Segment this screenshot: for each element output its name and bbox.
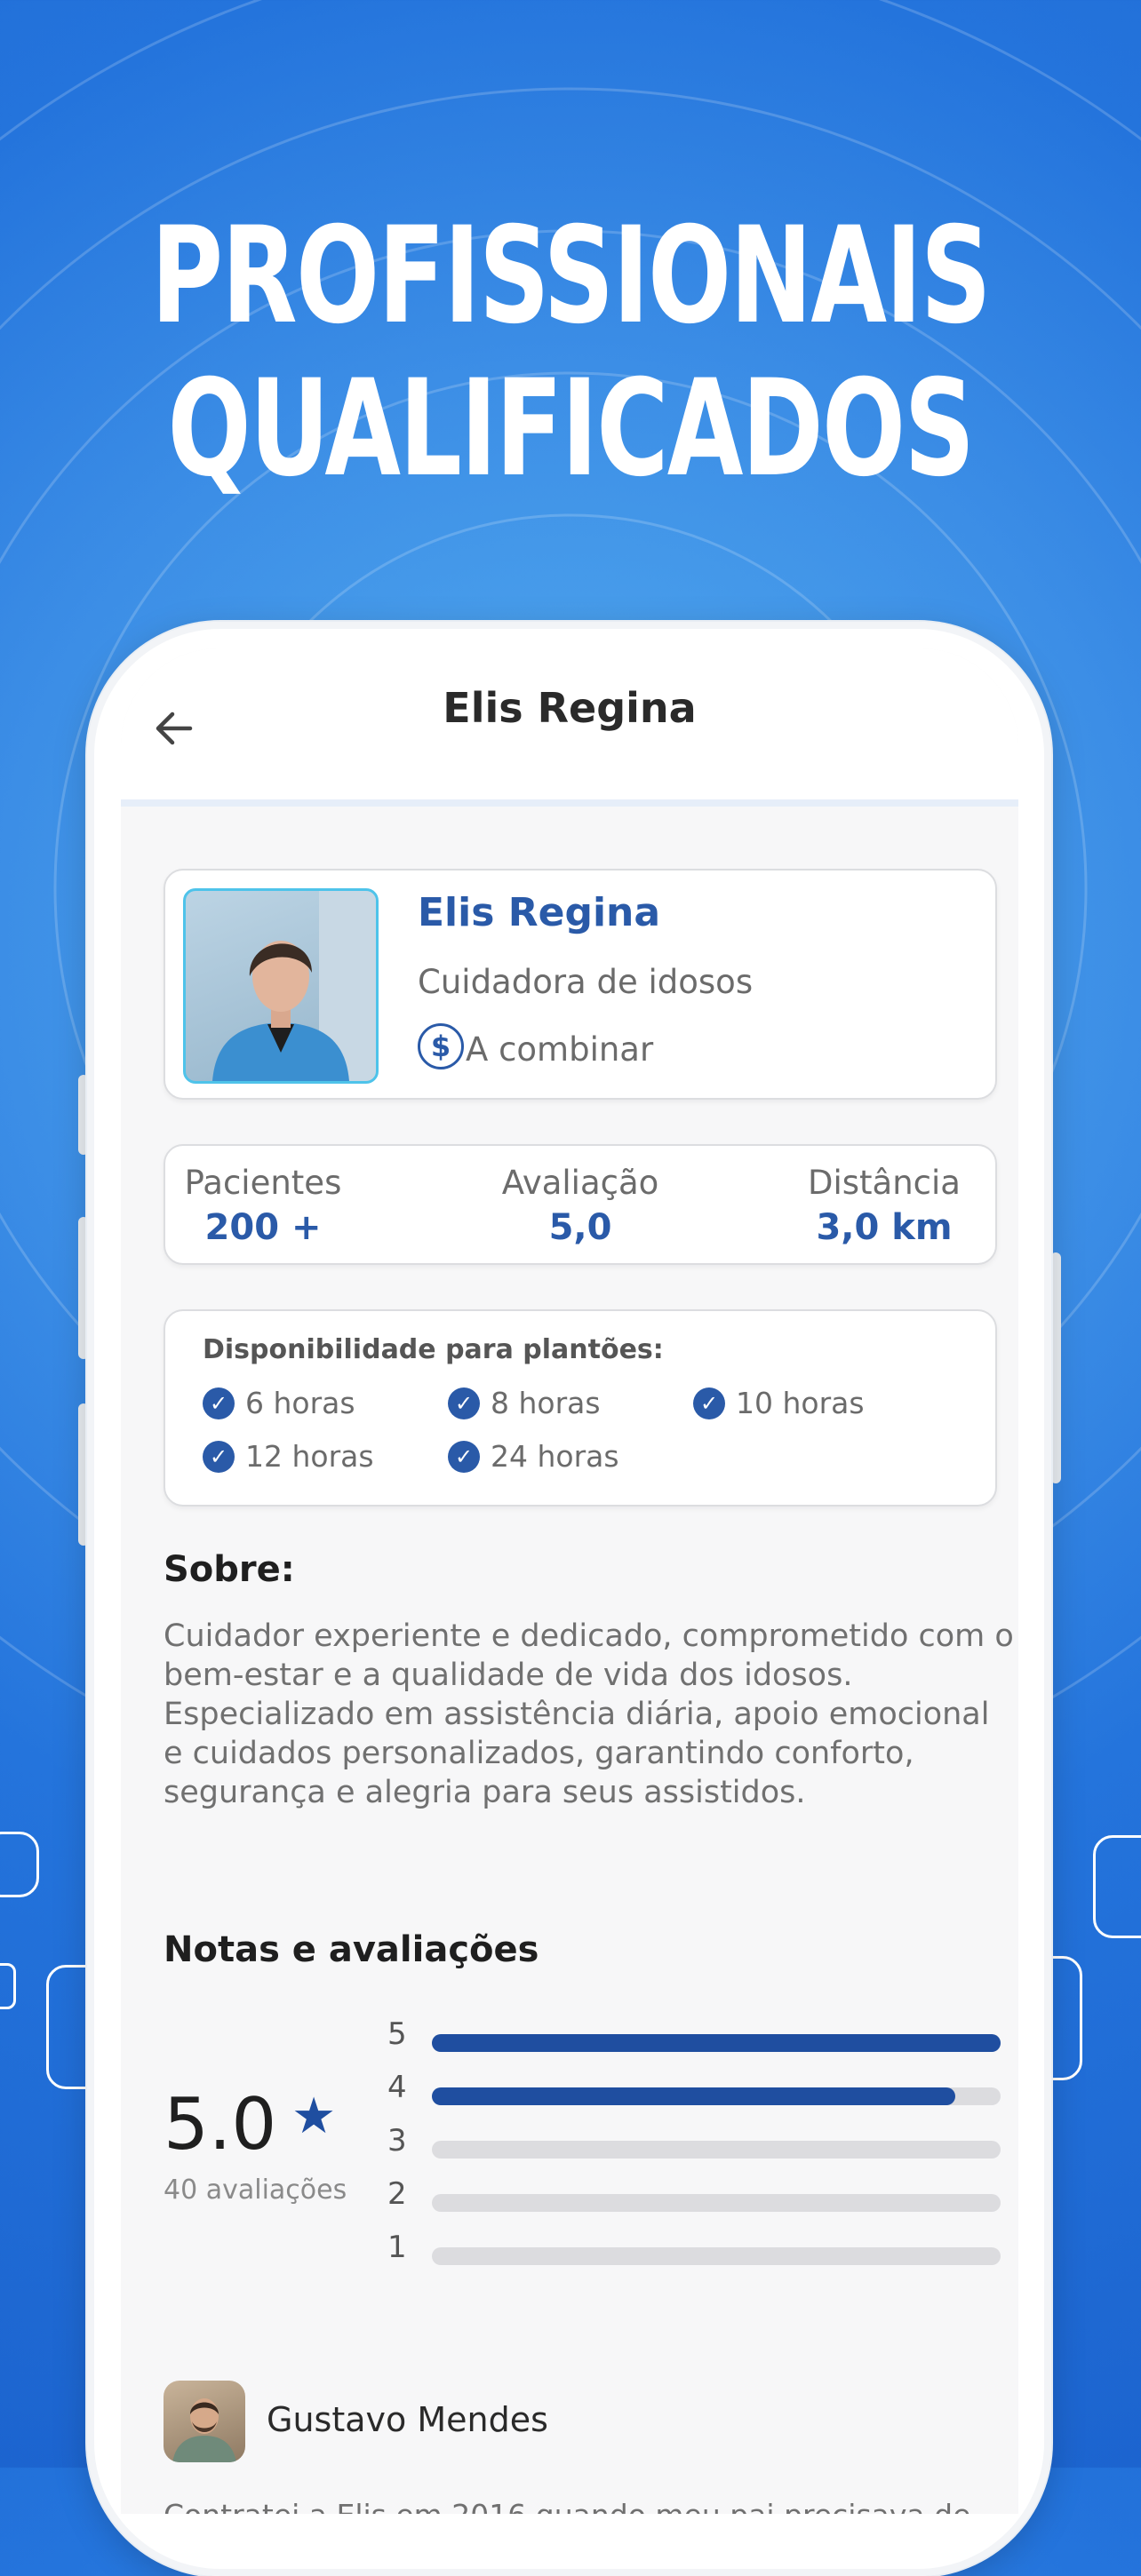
app-bar: Elis Regina bbox=[121, 648, 1018, 807]
availability-option[interactable]: ✓ 8 horas bbox=[448, 1386, 601, 1420]
rating-bar-row: 5 bbox=[387, 2016, 1009, 2055]
rating-bar-track bbox=[432, 2194, 1001, 2212]
decor-square bbox=[1093, 1835, 1141, 1938]
stats-card: Pacientes 200 + Avaliação 5,0 Distância … bbox=[164, 1144, 997, 1265]
decor-square bbox=[0, 1963, 16, 2009]
page-title: Elis Regina bbox=[443, 684, 697, 732]
headline-line-2: QUALIFICADOS bbox=[167, 352, 976, 506]
phone-side-button bbox=[1050, 1252, 1061, 1483]
profile-price: A combinar bbox=[466, 1030, 654, 1069]
check-circle-icon: ✓ bbox=[448, 1387, 480, 1419]
rating-bar-row: 4 bbox=[387, 2070, 1009, 2109]
about-text: Cuidador experiente e dedicado, comprome… bbox=[164, 1618, 1014, 1810]
check-circle-icon: ✓ bbox=[693, 1387, 725, 1419]
headline-line-1: PROFISSIONAIS bbox=[151, 199, 992, 354]
review-text: Contratei a Elis em 2016 quando meu pai … bbox=[164, 2498, 1017, 2514]
profile-card: Elis Regina Cuidadora de idosos $ A comb… bbox=[164, 869, 997, 1100]
availability-option[interactable]: ✓ 10 horas bbox=[693, 1386, 865, 1420]
rating-bar-row: 2 bbox=[387, 2176, 1009, 2215]
rating-bar-stars: 5 bbox=[387, 2016, 407, 2052]
stat-distancia: Distância 3,0 km bbox=[791, 1164, 977, 1248]
rating-bar-track bbox=[432, 2034, 1001, 2052]
person-figure bbox=[212, 891, 376, 1081]
reviewer-name: Gustavo Mendes bbox=[267, 2400, 548, 2439]
stat-value: 3,0 km bbox=[816, 1207, 953, 1248]
decor-square bbox=[0, 1832, 39, 1897]
rating-bar-track bbox=[432, 2087, 1001, 2105]
availability-option[interactable]: ✓ 12 horas bbox=[203, 1439, 374, 1474]
check-circle-icon: ✓ bbox=[448, 1440, 480, 1473]
profile-name: Elis Regina bbox=[418, 890, 661, 935]
profile-role: Cuidadora de idosos bbox=[418, 963, 754, 1001]
rating-bar-stars: 2 bbox=[387, 2176, 407, 2212]
rating-bar-row: 1 bbox=[387, 2230, 1009, 2269]
availability-option[interactable]: ✓ 24 horas bbox=[448, 1439, 619, 1474]
availability-option[interactable]: ✓ 6 horas bbox=[203, 1386, 355, 1420]
rating-bar-stars: 1 bbox=[387, 2230, 407, 2265]
profile-photo bbox=[183, 888, 379, 1084]
star-icon: ★ bbox=[291, 2087, 337, 2145]
stat-pacientes: Pacientes 200 + bbox=[183, 1164, 343, 1248]
stat-value: 5,0 bbox=[548, 1207, 612, 1248]
stat-label: Distância bbox=[808, 1164, 961, 1202]
stat-label: Pacientes bbox=[184, 1164, 342, 1202]
rating-bar-track bbox=[432, 2141, 1001, 2159]
rating-count: 40 avaliações bbox=[164, 2174, 347, 2206]
check-circle-icon: ✓ bbox=[203, 1440, 235, 1473]
headline: PROFISSIONAIS QUALIFICADOS bbox=[103, 200, 1039, 505]
check-circle-icon: ✓ bbox=[203, 1387, 235, 1419]
availability-card: Disponibilidade para plantões: ✓ 6 horas … bbox=[164, 1309, 997, 1507]
rating-bar-track bbox=[432, 2247, 1001, 2265]
rating-bar-stars: 3 bbox=[387, 2123, 407, 2159]
person-figure bbox=[172, 2398, 236, 2462]
rating-bar-row: 3 bbox=[387, 2123, 1009, 2162]
about-title: Sobre: bbox=[164, 1549, 295, 1590]
rating-bar-fill bbox=[432, 2087, 955, 2105]
stat-value: 200 + bbox=[204, 1207, 322, 1248]
stat-label: Avaliação bbox=[501, 1164, 659, 1202]
reviewer-avatar bbox=[164, 2381, 245, 2462]
availability-title: Disponibilidade para plantões: bbox=[203, 1334, 664, 1365]
rating-bar-fill bbox=[432, 2034, 1001, 2052]
dollar-coin-icon: $ bbox=[418, 1023, 464, 1069]
rating-bar-stars: 4 bbox=[387, 2070, 407, 2105]
rating-score: 5.0 bbox=[164, 2083, 277, 2166]
app-screen: Elis Regina Elis Regina Cuidadora de ido… bbox=[121, 648, 1018, 2514]
ratings-title: Notas e avaliações bbox=[164, 1929, 539, 1970]
stat-avaliacao: Avaliação 5,0 bbox=[483, 1164, 678, 1248]
